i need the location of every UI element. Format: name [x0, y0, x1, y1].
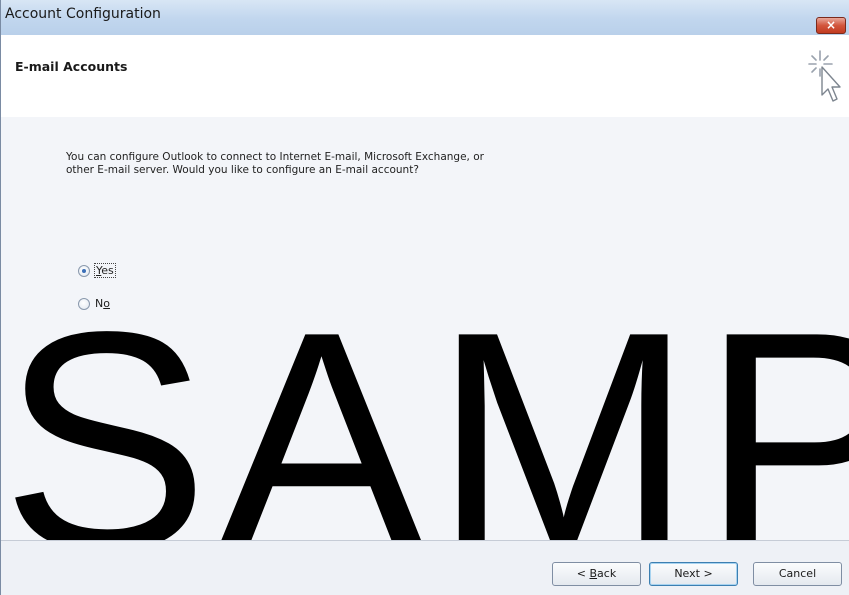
radio-no-prefix: N: [95, 297, 104, 310]
back-prefix: <: [576, 567, 590, 580]
radio-no-button[interactable]: [78, 297, 90, 310]
button-bar: < Back Next > Cancel: [1, 540, 849, 595]
wizard-cursor-icon: [808, 50, 841, 102]
back-button[interactable]: < Back: [552, 562, 641, 586]
description-text: You can configure Outlook to connect to …: [66, 151, 626, 177]
title-bar[interactable]: Account Configuration ×: [1, 0, 849, 36]
description-line-2: other E-mail server. Would you like to c…: [66, 164, 419, 176]
radio-yes-button[interactable]: [78, 264, 90, 277]
account-configuration-dialog: Account Configuration × E-mail Accounts …: [0, 0, 849, 595]
radio-no[interactable]: No: [78, 297, 111, 310]
description-line-1: You can configure Outlook to connect to …: [66, 151, 484, 163]
wizard-header: E-mail Accounts: [1, 35, 849, 118]
back-accel: B: [589, 567, 598, 580]
radio-yes-rest: es: [101, 264, 114, 277]
cancel-button[interactable]: Cancel: [753, 562, 842, 586]
radio-no-accel: o: [103, 297, 110, 310]
close-button[interactable]: ×: [816, 17, 846, 34]
wizard-content: You can configure Outlook to connect to …: [1, 117, 849, 540]
radio-yes[interactable]: Yes: [78, 263, 116, 278]
back-rest: ack: [597, 567, 617, 580]
next-button[interactable]: Next >: [649, 562, 738, 586]
close-icon: ×: [825, 18, 837, 32]
radio-no-label[interactable]: No: [94, 297, 111, 310]
window-title: Account Configuration: [5, 6, 161, 22]
page-title: E-mail Accounts: [15, 59, 128, 74]
radio-yes-label[interactable]: Yes: [94, 263, 116, 278]
